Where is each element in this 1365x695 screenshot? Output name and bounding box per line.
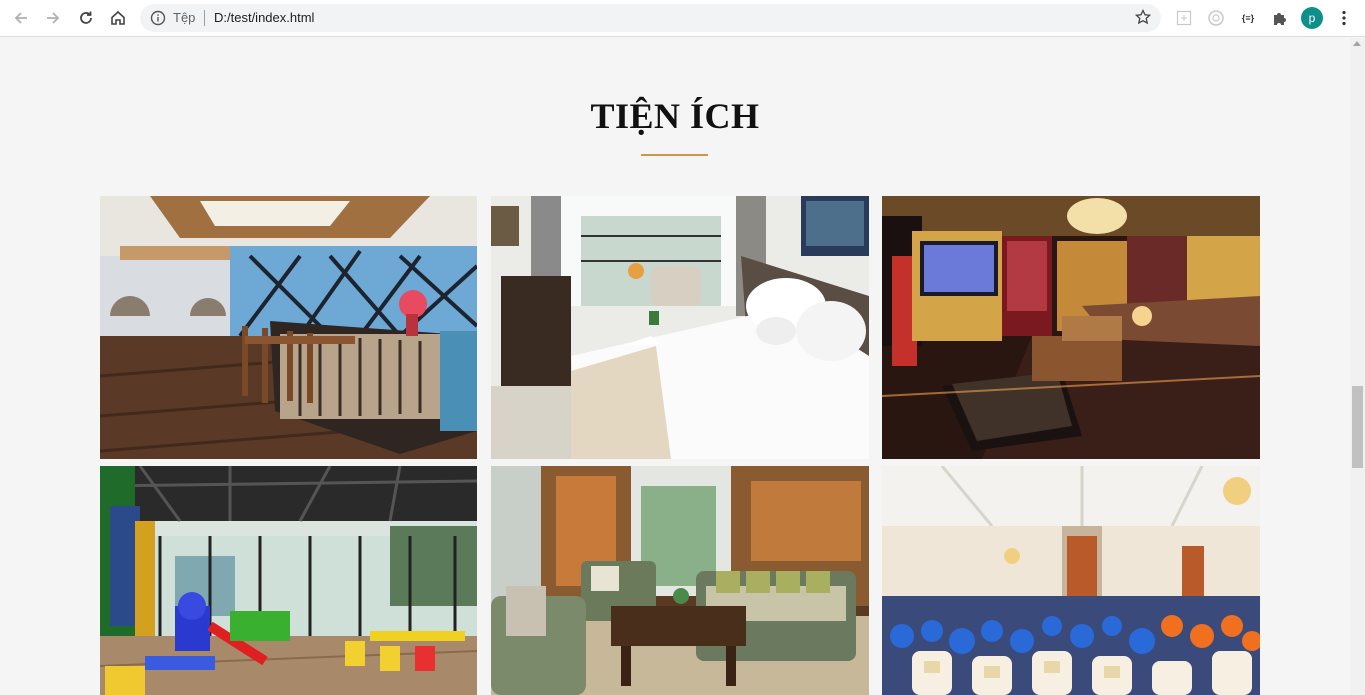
scrollbar-thumb[interactable]	[1352, 386, 1363, 468]
gallery-image-banquet-hall[interactable]	[882, 466, 1260, 695]
gallery-image-kids-playroom[interactable]	[100, 466, 477, 695]
gallery-image-karaoke-room[interactable]	[882, 196, 1260, 459]
separator	[204, 10, 205, 26]
scheme-label: Tệp	[173, 10, 196, 25]
extension-circle-icon[interactable]	[1205, 7, 1227, 29]
extensions-puzzle-icon[interactable]	[1269, 7, 1291, 29]
menu-kebab-icon[interactable]	[1333, 7, 1355, 29]
browser-toolbar: Tệp D:/test/index.html {≡} p	[0, 0, 1365, 37]
extension-grid-icon[interactable]	[1173, 7, 1195, 29]
arrow-left-icon	[14, 12, 27, 24]
address-bar[interactable]: Tệp D:/test/index.html	[140, 4, 1161, 32]
back-button[interactable]	[9, 6, 33, 30]
reload-icon	[80, 11, 92, 24]
gallery-image-bedroom[interactable]	[491, 196, 869, 459]
vertical-scrollbar[interactable]	[1350, 38, 1365, 695]
gallery-image-bar[interactable]	[100, 196, 477, 459]
home-button[interactable]	[106, 6, 130, 30]
scroll-up-arrow-icon[interactable]	[1353, 41, 1361, 46]
url-text[interactable]: D:/test/index.html	[214, 10, 314, 25]
section-title: TIỆN ÍCH	[590, 96, 760, 136]
gallery-image-lounge[interactable]	[491, 466, 869, 695]
arrow-right-icon	[47, 12, 60, 24]
home-icon	[111, 10, 125, 25]
reload-button[interactable]	[74, 6, 98, 30]
bookmark-star-icon[interactable]	[1134, 8, 1152, 29]
info-icon[interactable]	[150, 10, 166, 30]
page-content: TIỆN ÍCH	[0, 38, 1350, 695]
title-underline	[641, 154, 708, 156]
forward-button[interactable]	[41, 6, 65, 30]
profile-avatar[interactable]: p	[1301, 7, 1323, 29]
extension-json-icon[interactable]: {≡}	[1237, 7, 1259, 29]
